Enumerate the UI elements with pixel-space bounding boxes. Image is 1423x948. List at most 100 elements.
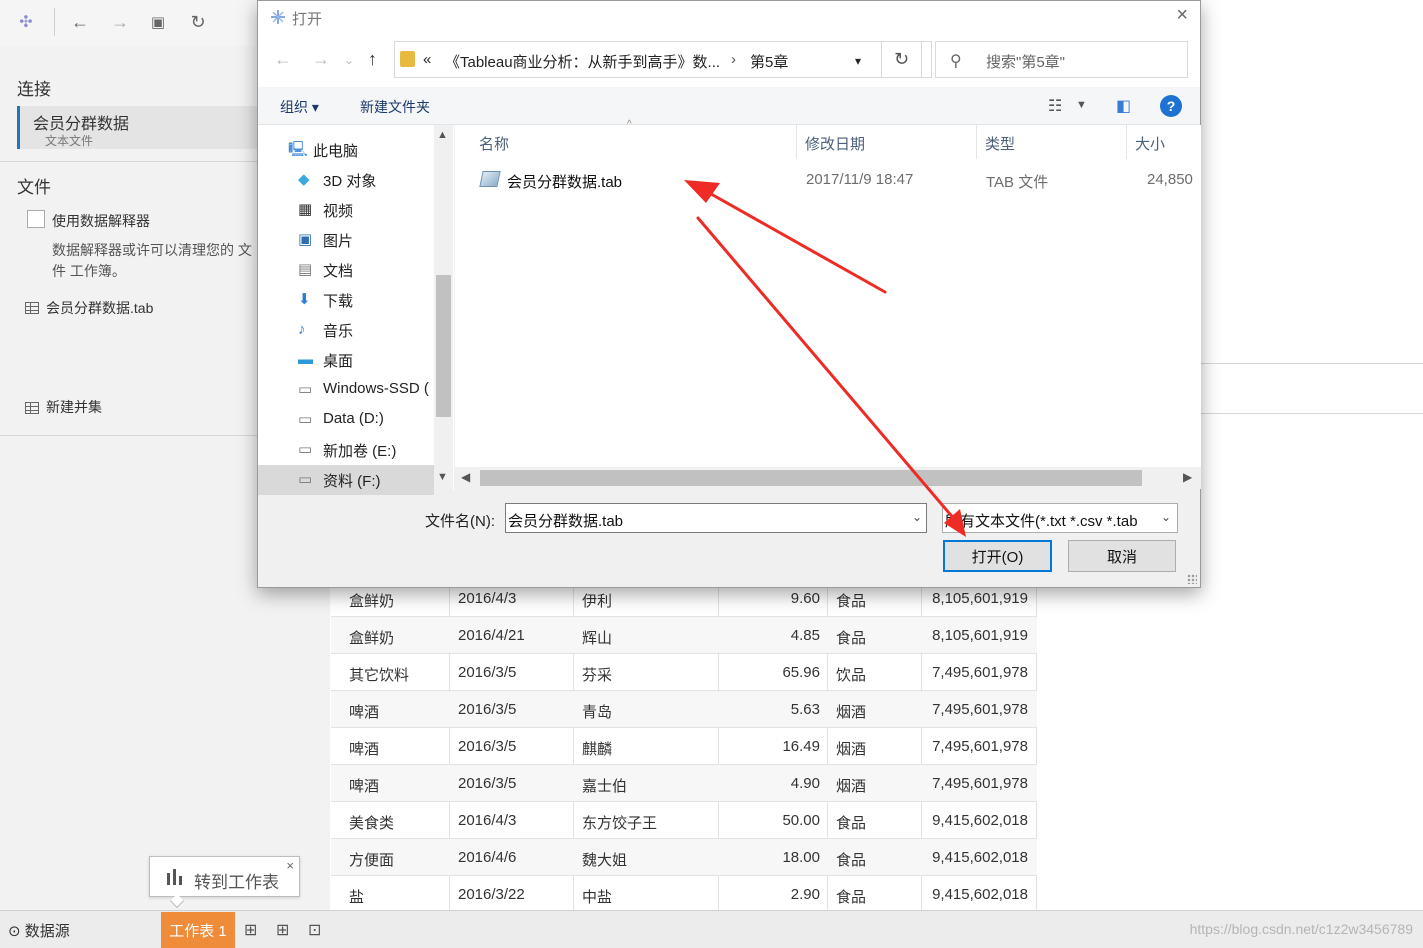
chevron-down-icon[interactable]: ⌄: [912, 510, 922, 524]
file-row[interactable]: 会员分群数据.tab 2017/11/9 18:47 TAB 文件 24,850: [475, 167, 1195, 193]
preview-pane-icon[interactable]: ◧: [1116, 96, 1131, 116]
table-cell: 16.49: [782, 738, 820, 755]
table-cell: 2016/3/5: [458, 775, 517, 792]
sidebar-item-label: 下载: [323, 293, 354, 310]
forward-icon[interactable]: →: [312, 49, 330, 70]
sidebar-item-11[interactable]: ▭ 新加卷 (E:): [288, 435, 434, 465]
tab-data-source-label: 数据源: [24, 923, 70, 940]
sidebar-item-12[interactable]: ▭ 资料 (F:): [258, 465, 434, 495]
address-bar[interactable]: « 《Tableau商业分析：从新手到高手》数... › 第5章 ▾: [394, 41, 932, 78]
file-item[interactable]: 会员分群数据.tab: [46, 298, 153, 318]
sidebar-item-3[interactable]: ▦ 视频: [288, 195, 434, 225]
column-header-size[interactable]: 大小: [1135, 133, 1165, 154]
sidebar-item-4[interactable]: ▣ 图片: [288, 225, 434, 255]
interpreter-label: 使用数据解释器: [52, 213, 150, 229]
sidebar-item-7[interactable]: ♪ 音乐: [288, 315, 434, 345]
sidebar-item-1[interactable]: 🖳 此电脑: [278, 135, 424, 165]
table-cell: 其它饮料: [349, 667, 410, 684]
column-header-date[interactable]: 修改日期: [805, 133, 865, 154]
search-input[interactable]: ⚲ 搜索"第5章": [935, 41, 1188, 78]
help-icon[interactable]: ?: [1160, 95, 1182, 117]
table-row: 其它饮料 2016/3/5 芬采 65.96 饮品 7,495,601,978: [331, 654, 1037, 691]
command-bar: 组织 ▾ 新建文件夹 ☷ ▼ ◧ ?: [258, 87, 1200, 125]
search-icon: ⚲: [950, 53, 962, 70]
view-options-icon[interactable]: ☷: [1048, 96, 1062, 116]
table-cell: 美食类: [349, 815, 395, 832]
address-segment-current[interactable]: 第5章: [750, 51, 788, 72]
chevron-down-icon[interactable]: ⌄: [1161, 510, 1171, 524]
table-cell: 7,495,601,978: [932, 738, 1028, 755]
nav-scrollbar[interactable]: ▲ ▼: [434, 125, 453, 490]
sidebar-item-label: 资料 (F:): [323, 473, 381, 490]
address-separator[interactable]: ›: [731, 51, 736, 68]
tableau-logo-icon[interactable]: ✣: [14, 10, 38, 34]
table-row: 啤酒 2016/3/5 青岛 5.63 烟酒 7,495,601,978: [331, 691, 1037, 728]
forward-icon[interactable]: →: [108, 10, 132, 34]
column-divider[interactable]: [1126, 125, 1127, 159]
table-cell: 食品: [836, 852, 867, 869]
filename-input[interactable]: 会员分群数据.tab ⌄: [505, 503, 927, 533]
interpreter-checkbox[interactable]: [27, 210, 45, 228]
drive-icon: ▭: [298, 411, 313, 428]
connection-type: 文本文件: [45, 134, 94, 148]
column-header-name[interactable]: 名称: [479, 133, 509, 154]
tab-data-source[interactable]: ⊙ 数据源: [8, 920, 70, 941]
tableau-logo-icon: [271, 10, 285, 24]
refresh-button[interactable]: ↻: [881, 41, 922, 78]
table-cell: 2016/3/5: [458, 664, 517, 681]
filetype-select[interactable]: 所有文本文件(*.txt *.csv *.tab ⌄: [942, 503, 1178, 533]
chevron-down-icon[interactable]: ▼: [1076, 99, 1087, 111]
table-cell: 伊利: [582, 593, 613, 610]
close-icon[interactable]: ×: [286, 858, 294, 873]
organize-menu[interactable]: 组织 ▾: [280, 97, 319, 117]
sidebar-item-label: 桌面: [323, 353, 354, 370]
back-icon[interactable]: ←: [68, 10, 92, 34]
file-list-hscrollbar[interactable]: ◀ ▶: [455, 467, 1201, 489]
scroll-thumb[interactable]: [436, 275, 451, 417]
sidebar-item-2[interactable]: ◆ 3D 对象: [288, 165, 434, 195]
sidebar-item-label: 新加卷 (E:): [323, 443, 397, 460]
scroll-thumb[interactable]: [480, 470, 1142, 486]
table-cell: 食品: [836, 815, 867, 832]
table-cell: 嘉士伯: [582, 778, 628, 795]
table-cell: 2016/4/3: [458, 590, 517, 607]
column-divider[interactable]: [796, 125, 797, 159]
back-icon[interactable]: ←: [274, 49, 292, 70]
sidebar-item-8[interactable]: ▬ 桌面: [288, 345, 434, 375]
scroll-right-icon[interactable]: ▶: [1183, 470, 1192, 484]
sidebar-item-9[interactable]: ▭ Windows-SSD (: [288, 375, 434, 405]
close-icon[interactable]: ×: [1176, 4, 1188, 27]
new-worksheet-icon[interactable]: ⊞: [244, 920, 257, 940]
table-cell: 9.60: [790, 590, 820, 607]
new-story-icon[interactable]: ⊡: [308, 920, 321, 940]
table-cell: 盐: [349, 889, 365, 906]
scroll-left-icon[interactable]: ◀: [461, 470, 470, 484]
go-to-worksheet-tooltip[interactable]: 转到工作表 ×: [149, 856, 300, 897]
column-divider[interactable]: [976, 125, 977, 159]
sidebar-item-5[interactable]: ▤ 文档: [288, 255, 434, 285]
open-button[interactable]: 打开(O): [943, 540, 1052, 572]
scroll-down-icon[interactable]: ▼: [437, 471, 448, 483]
new-folder-button[interactable]: 新建文件夹: [360, 97, 430, 117]
recent-locations-icon[interactable]: ⌄: [344, 53, 354, 67]
up-folder-icon[interactable]: ↑: [368, 49, 377, 70]
scroll-up-icon[interactable]: ▲: [437, 129, 448, 141]
sidebar-item-10[interactable]: ▭ Data (D:): [288, 405, 434, 435]
save-icon[interactable]: ▣: [146, 10, 170, 34]
column-header-type[interactable]: 类型: [985, 133, 1015, 154]
folder-icon: [400, 51, 415, 67]
search-placeholder: 搜索"第5章": [986, 54, 1065, 71]
cancel-button[interactable]: 取消: [1068, 540, 1176, 572]
refresh-icon[interactable]: ↻: [186, 10, 210, 34]
address-segment[interactable]: 《Tableau商业分析：从新手到高手》数...: [445, 51, 720, 72]
file-name: 会员分群数据.tab: [507, 174, 623, 191]
address-dropdown-icon[interactable]: ▾: [855, 54, 861, 68]
new-dashboard-icon[interactable]: ⊞: [276, 920, 289, 940]
new-union-button[interactable]: 新建并集: [46, 397, 102, 417]
connection-item[interactable]: 会员分群数据 文本文件: [17, 106, 260, 149]
tab-worksheet-1[interactable]: 工作表 1: [161, 912, 235, 948]
sidebar-item-6[interactable]: ⬇ 下载: [288, 285, 434, 315]
address-overflow-chevron[interactable]: «: [423, 51, 431, 68]
pane-divider: [1200, 413, 1423, 414]
resize-grip-icon[interactable]: [1187, 574, 1197, 584]
